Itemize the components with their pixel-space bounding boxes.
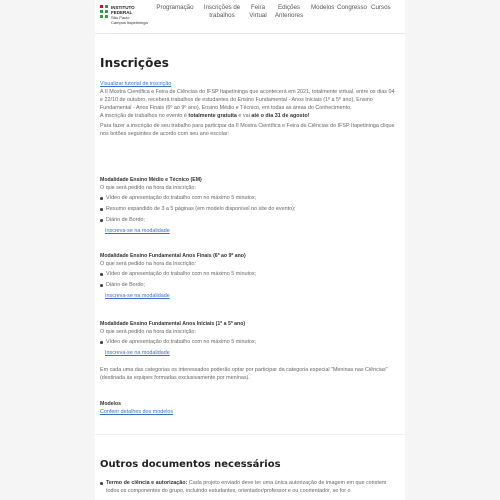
choose-paragraph: Para fazer a inscrição de seu trabalho p… (100, 123, 395, 137)
ifsp-logo[interactable]: INSTITUTO FEDERAL São Paulo Campus Itape… (100, 5, 150, 27)
documents-list: Termo de ciência e autorização: Cada pro… (100, 479, 398, 495)
models-details-link[interactable]: Conferir detalhes dos modelos (100, 409, 173, 415)
nav-inscricoes[interactable]: Inscrições de trabalhos (198, 4, 246, 20)
modality-em: Modalidade Ensino Médio e Técnico (EM) O… (100, 176, 398, 235)
list-item: Vídeo de apresentação do trabalho com no… (100, 194, 398, 202)
logo-line3: Campus Itapetininga (111, 20, 148, 25)
modality-list: Vídeo de apresentação do trabalho com no… (100, 270, 398, 289)
intro-block: Visualizar tutorial de inscrição A II Mo… (100, 80, 398, 138)
free-notice: A inscrição de trabalhos no evento é tot… (100, 113, 310, 119)
nav-feira-virtual[interactable]: Feira Virtual (246, 4, 270, 20)
intro-paragraph: A II Mostra Científica e Feira de Ciênci… (100, 89, 395, 111)
list-item: Diário de Bordo; (100, 281, 398, 289)
main-nav: Programação Inscrições de trabalhos Feir… (152, 4, 392, 20)
main-content: Inscrições Visualizar tutorial de inscri… (95, 34, 405, 434)
list-item: Vídeo de apresentação do trabalho com no… (100, 270, 398, 278)
page-title: Inscrições (100, 56, 169, 70)
top-navbar: INSTITUTO FEDERAL São Paulo Campus Itape… (95, 0, 405, 34)
modality-list: Vídeo de apresentação do trabalho com no… (100, 338, 398, 346)
signup-ef-finais-link[interactable]: Inscreva-se na modalidade (105, 292, 398, 300)
section-title: Outros documentos necessários (100, 459, 281, 470)
tutorial-link[interactable]: Visualizar tutorial de inscrição (100, 81, 171, 87)
nav-modelos[interactable]: Modelos (308, 4, 334, 20)
signup-em-link[interactable]: Inscreva-se na modalidade (105, 227, 398, 235)
modality-ef-iniciais: Modalidade Ensino Fundamental Anos Inici… (100, 320, 398, 357)
models-block: Modelos Conferir detalhes dos modelos (100, 400, 398, 416)
models-title: Modelos (100, 401, 122, 407)
logo-line1: INSTITUTO FEDERAL (111, 5, 135, 15)
nav-edicoes-anteriores[interactable]: Edições Anteriores (270, 4, 308, 20)
signup-ef-iniciais-link[interactable]: Inscreva-se na modalidade (105, 349, 398, 357)
special-category: Em cada uma das categorias os interessad… (100, 367, 388, 381)
modality-list: Vídeo de apresentação do trabalho com no… (100, 194, 398, 224)
modality-title: Modalidade Ensino Fundamental Anos Inici… (100, 321, 246, 327)
modality-ask: O que será pedido na hora da inscrição: (100, 261, 196, 267)
modality-title: Modalidade Ensino Médio e Técnico (EM) (100, 177, 202, 183)
list-item: Diário de Bordo; (100, 216, 398, 224)
modality-ask: O que será pedido na hora da inscrição: (100, 185, 196, 191)
nav-cursos[interactable]: Cursos (368, 4, 392, 20)
other-documents-section: Outros documentos necessários Termo de c… (95, 434, 405, 500)
nav-programacao[interactable]: Programação (152, 4, 198, 20)
ifsp-logo-icon (100, 5, 108, 19)
modality-ef-finais: Modalidade Ensino Fundamental Anos Finai… (100, 252, 398, 300)
modality-title: Modalidade Ensino Fundamental Anos Finai… (100, 253, 246, 259)
list-item: Resumo expandido de 3 a 5 páginas (em mo… (100, 205, 398, 213)
modality-ask: O que será pedido na hora da inscrição: (100, 329, 196, 335)
list-item: Vídeo de apresentação do trabalho com no… (100, 338, 398, 346)
list-item: Termo de ciência e autorização: Cada pro… (100, 479, 398, 495)
nav-congresso[interactable]: Congresso (334, 4, 368, 20)
